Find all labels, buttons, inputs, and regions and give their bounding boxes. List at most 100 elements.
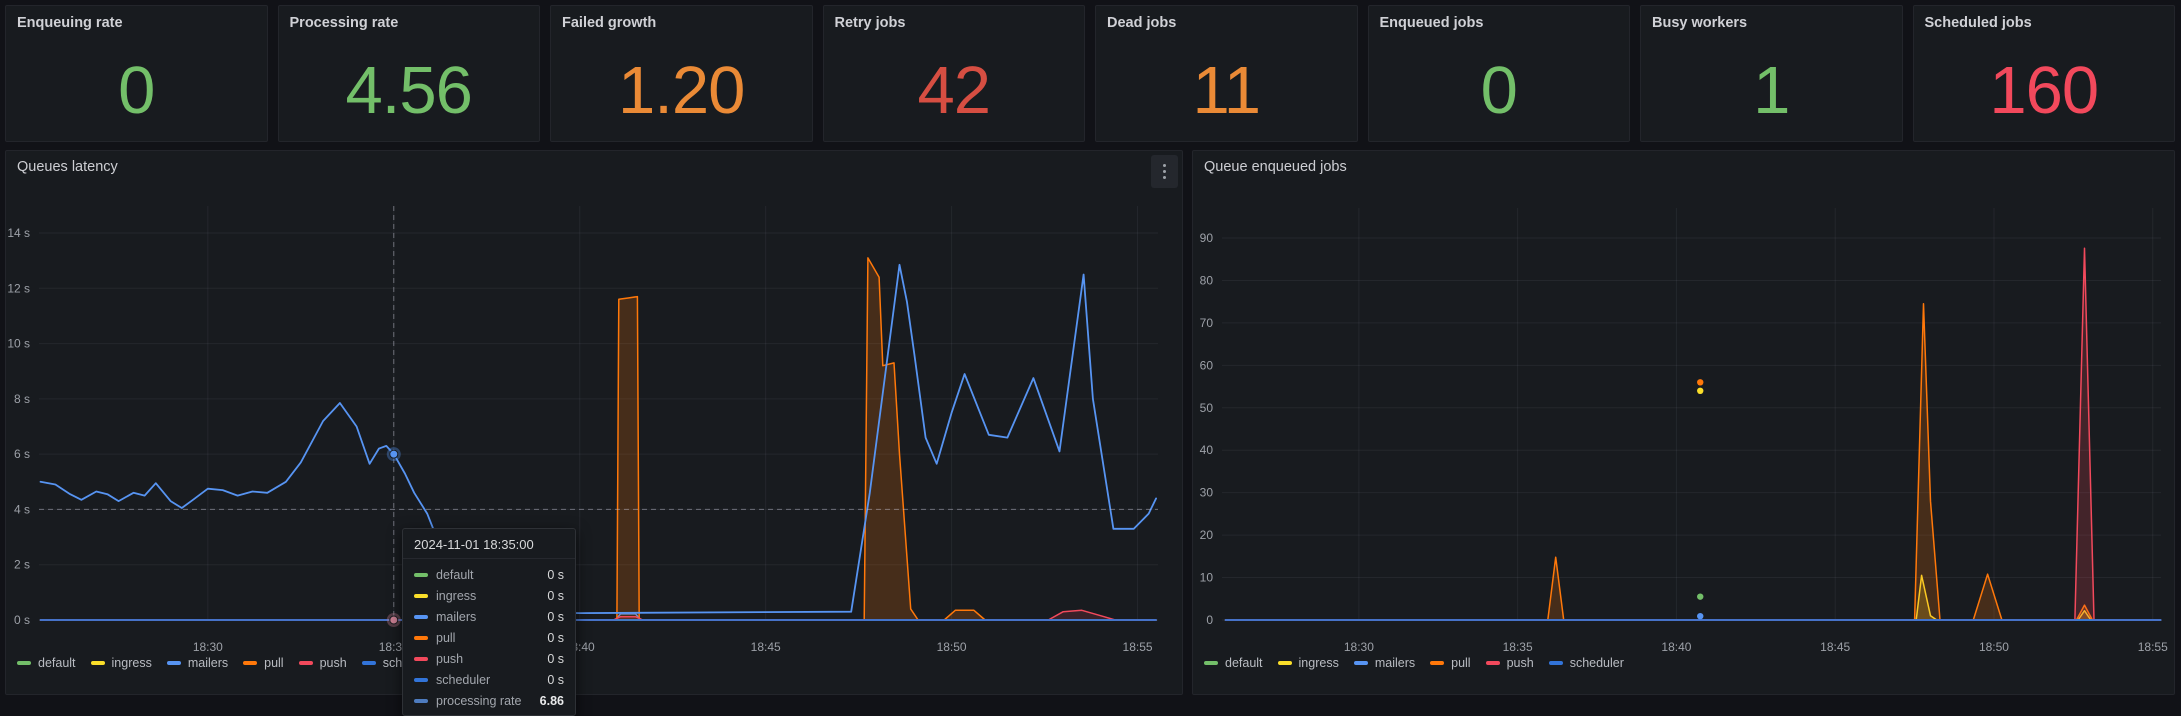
legend-item-pull[interactable]: pull <box>1430 656 1470 670</box>
svg-text:18:50: 18:50 <box>1979 640 2009 654</box>
legend-label: scheduler <box>1570 656 1624 670</box>
series-color-icon <box>1204 661 1218 665</box>
legend-label: mailers <box>1375 656 1415 670</box>
svg-text:8 s: 8 s <box>14 392 30 406</box>
series-color-icon <box>1549 661 1563 665</box>
tooltip-row-default: default0 s <box>403 564 575 585</box>
tooltip-series-value: 0 s <box>547 652 564 666</box>
svg-text:80: 80 <box>1200 273 1214 287</box>
svg-text:0 s: 0 s <box>14 613 30 627</box>
svg-text:18:45: 18:45 <box>751 640 781 654</box>
legend-label: push <box>320 656 347 670</box>
stat-value: 160 <box>1914 6 2175 141</box>
series-color-icon <box>414 573 428 577</box>
legend-item-mailers[interactable]: mailers <box>167 656 228 670</box>
legend-label: push <box>1507 656 1534 670</box>
tooltip-series-value: 0 s <box>547 610 564 624</box>
svg-text:50: 50 <box>1200 401 1214 415</box>
stat-value: 1.20 <box>551 6 812 141</box>
legend-item-ingress[interactable]: ingress <box>1278 656 1339 670</box>
panel-menu-icon[interactable] <box>1151 155 1178 188</box>
svg-text:18:55: 18:55 <box>1123 640 1153 654</box>
tooltip-series-label: scheduler <box>436 673 547 687</box>
stat-value: 42 <box>824 6 1085 141</box>
svg-text:14 s: 14 s <box>7 226 30 240</box>
stat-value: 11 <box>1096 6 1357 141</box>
legend-item-push[interactable]: push <box>299 656 347 670</box>
series-color-icon <box>243 661 257 665</box>
svg-text:6 s: 6 s <box>14 447 30 461</box>
tooltip-series-label: ingress <box>436 589 547 603</box>
grafana-dashboard: { "stats": [ {"title": "Enqueuing rate",… <box>0 5 2181 707</box>
queues-latency-legend: defaultingressmailerspullpushscheduler <box>17 656 437 670</box>
svg-text:18:30: 18:30 <box>193 640 223 654</box>
tooltip-series-value: 6.86 <box>540 694 564 708</box>
legend-item-mailers[interactable]: mailers <box>1354 656 1415 670</box>
stat-panel: Enqueuing rate0 <box>5 5 268 142</box>
series-color-icon <box>91 661 105 665</box>
stat-panel: Processing rate4.56 <box>278 5 541 142</box>
tooltip-series-label: mailers <box>436 610 547 624</box>
tooltip-series-value: 0 s <box>547 673 564 687</box>
stat-panel: Failed growth1.20 <box>550 5 813 142</box>
svg-text:10 s: 10 s <box>7 337 30 351</box>
tooltip-series-label: push <box>436 652 547 666</box>
svg-text:18:50: 18:50 <box>937 640 967 654</box>
svg-text:0: 0 <box>1206 613 1213 627</box>
legend-item-pull[interactable]: pull <box>243 656 283 670</box>
svg-text:70: 70 <box>1200 316 1214 330</box>
svg-text:12 s: 12 s <box>7 281 30 295</box>
svg-text:90: 90 <box>1200 231 1214 245</box>
tooltip-row-scheduler: scheduler0 s <box>403 669 575 690</box>
legend-item-ingress[interactable]: ingress <box>91 656 152 670</box>
tooltip-row-mailers: mailers0 s <box>403 606 575 627</box>
series-color-icon <box>414 615 428 619</box>
legend-item-default[interactable]: default <box>1204 656 1263 670</box>
legend-label: default <box>38 656 76 670</box>
series-color-icon <box>1430 661 1444 665</box>
tooltip-series-label: default <box>436 568 547 582</box>
series-color-icon <box>299 661 313 665</box>
svg-text:30: 30 <box>1200 486 1214 500</box>
series-color-icon <box>167 661 181 665</box>
series-color-icon <box>1486 661 1500 665</box>
legend-label: pull <box>1451 656 1470 670</box>
tooltip-series-value: 0 s <box>547 568 564 582</box>
svg-text:4 s: 4 s <box>14 502 30 516</box>
queue-enqueued-jobs-chart-canvas[interactable]: 18:3018:3518:4018:4518:5018:550102030405… <box>1193 151 2175 695</box>
svg-text:18:45: 18:45 <box>1820 640 1850 654</box>
queue-enqueued-jobs-legend: default ingress mailers pull push scheduler <box>1204 656 1624 670</box>
svg-text:2 s: 2 s <box>14 558 30 572</box>
stat-panel: Scheduled jobs160 <box>1913 5 2176 142</box>
tooltip-row-push: push0 s <box>403 648 575 669</box>
chart-tooltip: 2024-11-01 18:35:00 default0 singress0 s… <box>402 528 576 716</box>
svg-text:10: 10 <box>1200 571 1214 585</box>
stat-value: 1 <box>1641 6 1902 141</box>
legend-label: pull <box>264 656 283 670</box>
tooltip-series-label: pull <box>436 631 547 645</box>
tooltip-series-value: 0 s <box>547 631 564 645</box>
series-color-icon <box>414 594 428 598</box>
svg-text:18:35: 18:35 <box>1503 640 1533 654</box>
stat-value: 0 <box>1369 6 1630 141</box>
legend-item-push[interactable]: push <box>1486 656 1534 670</box>
legend-item-scheduler[interactable]: scheduler <box>1549 656 1624 670</box>
svg-text:18:30: 18:30 <box>1344 640 1374 654</box>
series-color-icon <box>1354 661 1368 665</box>
svg-text:18:40: 18:40 <box>1661 640 1691 654</box>
legend-label: mailers <box>188 656 228 670</box>
svg-text:20: 20 <box>1200 528 1214 542</box>
legend-label: ingress <box>1299 656 1339 670</box>
svg-text:60: 60 <box>1200 358 1214 372</box>
queues-latency-chart-canvas[interactable]: 18:3018:3518:4018:4518:5018:550 s2 s4 s6… <box>6 151 1182 695</box>
series-color-icon <box>414 657 428 661</box>
tooltip-series-label: processing rate <box>436 694 540 708</box>
stat-panel: Busy workers1 <box>1640 5 1903 142</box>
svg-text:40: 40 <box>1200 443 1214 457</box>
panel-queues-latency: Queues latency 18:3018:3518:4018:4518:50… <box>5 150 1183 695</box>
panel-title-queues-latency: Queues latency <box>17 159 118 175</box>
series-color-icon <box>362 661 376 665</box>
legend-item-default[interactable]: default <box>17 656 76 670</box>
tooltip-rows: default0 singress0 smailers0 spull0 spus… <box>403 559 575 715</box>
series-color-icon <box>414 636 428 640</box>
